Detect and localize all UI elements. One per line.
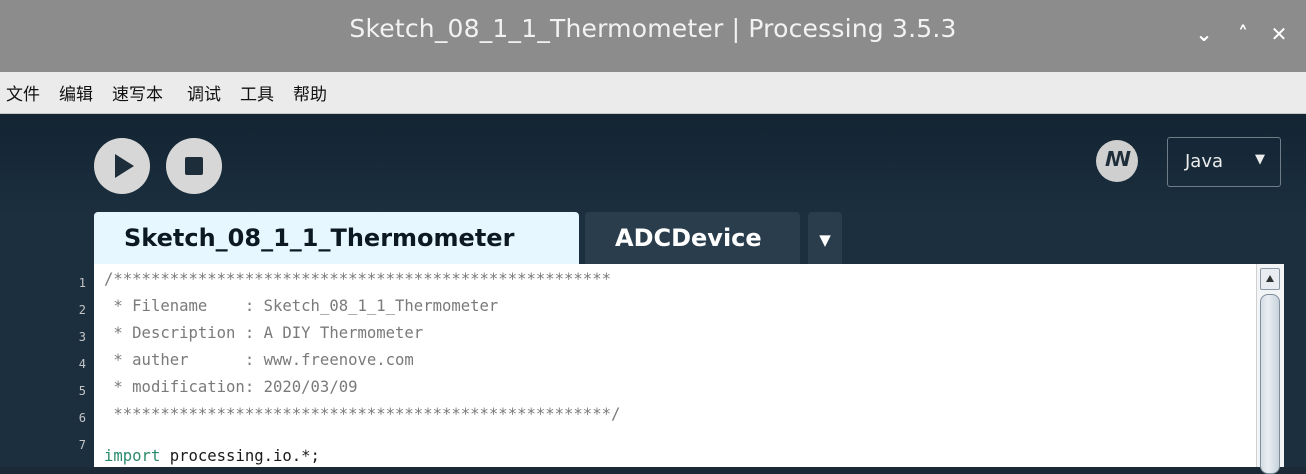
mode-label: Java <box>1185 151 1224 172</box>
debugger-icon: ꟿ <box>1104 147 1132 171</box>
close-button[interactable]: ✕ <box>1267 22 1291 46</box>
tab-label: ADCDevice <box>615 224 762 252</box>
code-keyword: import <box>104 447 161 465</box>
line-number: 7 <box>78 438 86 452</box>
run-button[interactable] <box>94 138 150 194</box>
code-line: * auther : www.freenove.com <box>104 351 414 369</box>
menu-sketch[interactable]: 速写本 <box>112 80 163 105</box>
menu-edit[interactable]: 编辑 <box>59 80 93 105</box>
editor-right-margin <box>1284 264 1306 467</box>
vertical-scrollbar[interactable] <box>1256 264 1284 474</box>
maximize-button[interactable]: ˄ <box>1231 22 1255 46</box>
line-number: 5 <box>78 384 86 398</box>
scroll-thumb[interactable] <box>1260 294 1280 474</box>
play-icon <box>115 154 134 178</box>
tab-label: Sketch_08_1_1_Thermometer <box>124 224 515 252</box>
tab-adcdevice[interactable]: ADCDevice <box>585 212 800 264</box>
stop-icon <box>185 157 203 175</box>
menu-file[interactable]: 文件 <box>6 80 40 105</box>
menu-bar: 文件 编辑 速写本 调试 工具 帮助 <box>0 72 1306 114</box>
line-number: 1 <box>78 276 86 290</box>
title-bar: Sketch_08_1_1_Thermometer | Processing 3… <box>0 0 1306 72</box>
scroll-up-button[interactable] <box>1260 268 1280 290</box>
chevron-down-icon: ▼ <box>1255 152 1265 167</box>
code-line: /***************************************… <box>104 270 611 288</box>
code-line: * modification: 2020/03/09 <box>104 378 358 396</box>
menu-debug[interactable]: 调试 <box>187 80 221 105</box>
menu-help[interactable]: 帮助 <box>293 80 327 105</box>
stop-button[interactable] <box>166 138 222 194</box>
line-number: 4 <box>78 357 86 371</box>
line-number: 3 <box>78 330 86 344</box>
mode-selector[interactable]: Java ▼ <box>1167 137 1281 187</box>
minimize-button[interactable]: ⌄ <box>1192 22 1216 46</box>
code-line: import processing.io.*; <box>104 447 320 465</box>
code-line: * Filename : Sketch_08_1_1_Thermometer <box>104 297 499 315</box>
code-text: processing.io.*; <box>160 447 320 465</box>
code-line: ****************************************… <box>104 405 621 423</box>
debug-button[interactable]: ꟿ <box>1096 140 1138 182</box>
line-number: 2 <box>78 303 86 317</box>
tab-menu-button[interactable]: ▼ <box>808 212 842 264</box>
window-title: Sketch_08_1_1_Thermometer | Processing 3… <box>349 14 957 43</box>
line-number-gutter: 1 2 3 4 5 6 7 <box>0 264 94 467</box>
tab-sketch-main[interactable]: Sketch_08_1_1_Thermometer <box>94 212 579 264</box>
code-line: * Description : A DIY Thermometer <box>104 324 424 342</box>
code-editor[interactable]: /***************************************… <box>94 264 1256 467</box>
line-number: 6 <box>78 411 86 425</box>
menu-tools[interactable]: 工具 <box>240 80 274 105</box>
